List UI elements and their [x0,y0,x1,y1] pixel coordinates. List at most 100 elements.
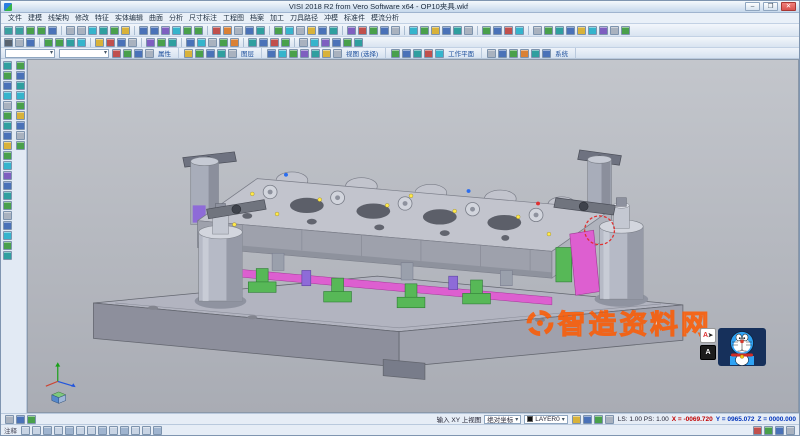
toolbar-icon[interactable] [509,49,518,58]
toolbar-icon[interactable] [299,38,308,47]
toolbar-icon[interactable] [121,26,130,35]
menu-item[interactable]: 实体编辑 [112,13,146,23]
status-icon[interactable] [5,415,14,424]
tool-palette-icon[interactable] [3,111,12,120]
toolbar-icon[interactable] [369,26,378,35]
toolbar-icon[interactable] [44,38,53,47]
toolbar-icon[interactable] [55,38,64,47]
toolbar-icon[interactable] [354,38,363,47]
menu-item[interactable]: 标准件 [341,13,368,23]
status-icon[interactable] [594,415,603,424]
tool-palette-icon[interactable] [3,81,12,90]
status-toggle-icon[interactable] [21,426,30,435]
toolbar-icon[interactable] [161,26,170,35]
toolbar-icon[interactable] [281,38,290,47]
toolbar-icon[interactable] [322,49,331,58]
toolbar-icon[interactable] [117,38,126,47]
toolbar-icon[interactable] [145,49,154,58]
menu-item[interactable]: 刀具路径 [287,13,321,23]
status-toggle-icon[interactable] [65,426,74,435]
toolbar-icon[interactable] [307,26,316,35]
toolbar-icon[interactable] [95,38,104,47]
status-toggle-icon[interactable] [54,426,63,435]
cad-scene[interactable]: 智造资料网 [28,60,798,412]
menu-item[interactable]: 修改 [72,13,92,23]
toolbar-icon[interactable] [172,26,181,35]
toolbar-icon[interactable] [230,38,239,47]
tool-palette-icon[interactable] [3,91,12,100]
toolbar-icon[interactable] [453,26,462,35]
toolbar-icon[interactable] [208,38,217,47]
toolbar-icon[interactable] [88,26,97,35]
status-icon[interactable] [775,426,784,435]
toolbar-icon[interactable] [482,26,491,35]
ucs-cube-icon[interactable] [52,392,66,403]
toolbar-icon[interactable] [544,26,553,35]
line-style-combo[interactable] [59,49,109,58]
toolbar-icon[interactable] [26,26,35,35]
menu-item[interactable]: 线架构 [45,13,72,23]
toolbar-icon[interactable] [310,38,319,47]
status-icon[interactable] [605,415,614,424]
toolbar-icon[interactable] [48,26,57,35]
toolbar-icon[interactable] [402,49,411,58]
toolbar-icon[interactable] [183,26,192,35]
toolbar-icon[interactable] [487,49,496,58]
status-icon[interactable] [753,426,762,435]
toolbar-icon[interactable] [318,26,327,35]
toolbar-icon[interactable] [223,26,232,35]
tool-palette-icon[interactable] [3,151,12,160]
toolbar-icon[interactable] [256,26,265,35]
tool-palette-icon[interactable] [3,181,12,190]
menu-item[interactable]: 曲面 [146,13,166,23]
toolbar-icon[interactable] [99,26,108,35]
toolbar-icon[interactable] [347,26,356,35]
menu-item[interactable]: 建模 [25,13,45,23]
toolbar-icon[interactable] [610,26,619,35]
status-toggle-icon[interactable] [131,426,140,435]
tool-palette-icon[interactable] [16,131,25,140]
status-toggle-icon[interactable] [76,426,85,435]
tool-palette-icon[interactable] [16,81,25,90]
toolbar-icon[interactable] [380,26,389,35]
toolbar-icon[interactable] [542,49,551,58]
toolbar-icon[interactable] [431,26,440,35]
tool-palette-icon[interactable] [16,121,25,130]
tool-palette-icon[interactable] [3,211,12,220]
toolbar-icon[interactable] [493,26,502,35]
toolbar-icon[interactable] [435,49,444,58]
close-button[interactable]: ✕ [781,2,796,11]
status-toggle-icon[interactable] [43,426,52,435]
toolbar-icon[interactable] [245,26,254,35]
toolbar-icon[interactable] [77,38,86,47]
menu-item[interactable]: 特征 [92,13,112,23]
status-toggle-icon[interactable] [153,426,162,435]
toolbar-icon[interactable] [197,38,206,47]
tool-palette-icon[interactable] [3,191,12,200]
tool-palette-icon[interactable] [3,231,12,240]
toolbar-icon[interactable] [504,26,513,35]
menu-item[interactable]: 分析 [166,13,186,23]
toolbar-icon[interactable] [37,26,46,35]
toolbar-icon[interactable] [15,26,24,35]
model-cylinder-head[interactable] [198,172,612,278]
toolbar-icon[interactable] [424,49,433,58]
toolbar-icon[interactable] [300,49,309,58]
toolbar-icon[interactable] [123,49,132,58]
toolbar-icon[interactable] [588,26,597,35]
toolbar-icon[interactable] [464,26,473,35]
toolbar-icon[interactable] [157,38,166,47]
toolbar-icon[interactable] [66,26,75,35]
toolbar-icon[interactable] [555,26,564,35]
toolbar-icon[interactable] [206,49,215,58]
toolbar-icon[interactable] [358,26,367,35]
layer-select[interactable]: LAYER0 [524,415,567,424]
toolbar-icon[interactable] [566,26,575,35]
status-toggle-icon[interactable] [98,426,107,435]
toolbar-icon[interactable] [146,38,155,47]
tool-palette-icon[interactable] [16,91,25,100]
toolbar-icon[interactable] [413,49,422,58]
menu-item[interactable]: 模流分析 [368,13,402,23]
toolbar-icon[interactable] [343,38,352,47]
toolbar-icon[interactable] [296,26,305,35]
